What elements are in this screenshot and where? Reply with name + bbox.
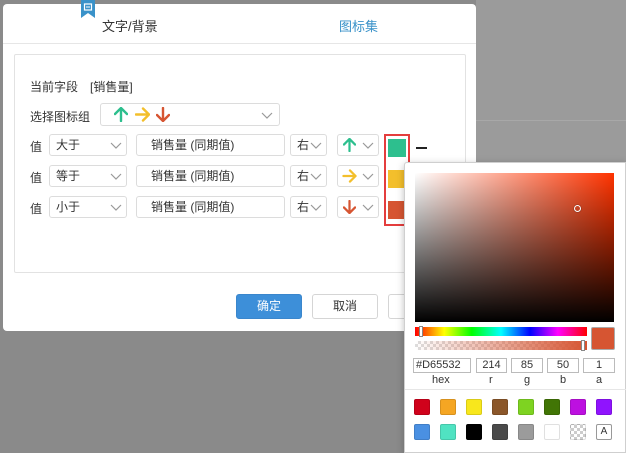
- arrow-right-yellow-icon: [135, 107, 150, 122]
- preset-color-swatch[interactable]: [466, 399, 482, 415]
- alpha-label: a: [596, 374, 603, 386]
- preset-color-swatch[interactable]: [518, 424, 534, 440]
- row-value-label: 值: [30, 140, 43, 154]
- preset-color-swatch[interactable]: [414, 424, 430, 440]
- hue-handle[interactable]: [419, 326, 423, 337]
- preset-color-swatch[interactable]: [544, 424, 560, 440]
- arrow-up-green-icon: [114, 107, 128, 122]
- preset-color-swatch[interactable]: [596, 399, 612, 415]
- chevron-down-icon: [110, 142, 122, 149]
- side-select[interactable]: 右: [290, 134, 327, 156]
- preset-color-swatch[interactable]: [492, 399, 508, 415]
- row-icon-select[interactable]: [337, 134, 379, 156]
- operator-value: 小于: [56, 200, 81, 214]
- icon-group-select[interactable]: [100, 103, 280, 126]
- preset-color-swatch[interactable]: [440, 399, 456, 415]
- preset-color-swatch[interactable]: [414, 399, 430, 415]
- compare-field-input[interactable]: 销售量 (同期值): [136, 196, 285, 218]
- arrow-down-orange-icon: [156, 107, 170, 122]
- cancel-button[interactable]: 取消: [312, 294, 378, 319]
- alpha-input[interactable]: 1: [583, 358, 615, 373]
- preset-auto-swatch[interactable]: A: [596, 424, 612, 440]
- operator-select[interactable]: 大于: [49, 134, 127, 156]
- chevron-down-icon: [261, 112, 273, 119]
- preset-color-swatch[interactable]: [544, 399, 560, 415]
- side-value: 右: [297, 138, 310, 152]
- saturation-handle[interactable]: [574, 205, 581, 212]
- chevron-down-icon: [362, 173, 374, 180]
- remove-row-icon[interactable]: [416, 147, 427, 149]
- confirm-button[interactable]: 确定: [236, 294, 302, 319]
- preset-color-swatch[interactable]: [492, 424, 508, 440]
- hex-input[interactable]: #D65532: [413, 358, 471, 373]
- color-swatch-up[interactable]: [388, 139, 406, 157]
- preset-color-swatch[interactable]: [466, 424, 482, 440]
- divider: [405, 389, 626, 390]
- green-input[interactable]: 85: [511, 358, 543, 373]
- chevron-down-icon: [310, 173, 322, 180]
- green-label: g: [524, 374, 531, 386]
- current-field-label: 当前字段: [30, 80, 79, 94]
- tab-icon-set[interactable]: 图标集: [339, 16, 378, 35]
- hue-slider[interactable]: [415, 326, 587, 337]
- chevron-down-icon: [310, 142, 322, 149]
- operator-select[interactable]: 小于: [49, 196, 127, 218]
- chevron-down-icon: [362, 204, 374, 211]
- alpha-handle[interactable]: [581, 340, 585, 351]
- operator-select[interactable]: 等于: [49, 165, 127, 187]
- preset-color-swatch[interactable]: [570, 399, 586, 415]
- blue-input[interactable]: 50: [547, 358, 579, 373]
- row-icon-select[interactable]: [337, 196, 379, 218]
- preset-color-swatch[interactable]: [440, 424, 456, 440]
- arrow-down-orange-icon: [343, 200, 356, 214]
- blue-label: b: [560, 374, 567, 386]
- compare-field-input[interactable]: 销售量 (同期值): [136, 134, 285, 156]
- preset-transparent-swatch[interactable]: [570, 424, 586, 440]
- chevron-down-icon: [110, 204, 122, 211]
- operator-value: 大于: [56, 138, 81, 152]
- saturation-area[interactable]: [415, 173, 614, 322]
- tab-text-background[interactable]: 文字/背景: [102, 16, 158, 35]
- chevron-down-icon: [110, 173, 122, 180]
- side-value: 右: [297, 200, 310, 214]
- red-label: r: [489, 374, 493, 386]
- compare-field-input[interactable]: 销售量 (同期值): [136, 165, 285, 187]
- current-color-preview: [591, 327, 615, 350]
- tab-bar: 文字/背景 图标集: [3, 4, 476, 44]
- color-picker-popup: #D65532 214 85 50 1 hex r g b a A: [404, 162, 626, 453]
- arrow-right-yellow-icon: [342, 169, 357, 183]
- side-value: 右: [297, 169, 310, 183]
- preset-color-swatch[interactable]: [518, 399, 534, 415]
- row-value-label: 值: [30, 202, 43, 216]
- arrow-up-green-icon: [343, 138, 356, 152]
- row-value-label: 值: [30, 171, 43, 185]
- chevron-down-icon: [310, 204, 322, 211]
- chevron-down-icon: [362, 142, 374, 149]
- current-field-value: [销售量]: [90, 80, 133, 94]
- side-select[interactable]: 右: [290, 196, 327, 218]
- icon-group-label: 选择图标组: [30, 110, 91, 124]
- row-icon-select[interactable]: [337, 165, 379, 187]
- alpha-slider[interactable]: [415, 340, 587, 351]
- side-select[interactable]: 右: [290, 165, 327, 187]
- background-divider: [476, 120, 626, 121]
- hex-label: hex: [432, 374, 450, 386]
- red-input[interactable]: 214: [476, 358, 507, 373]
- operator-value: 等于: [56, 169, 81, 183]
